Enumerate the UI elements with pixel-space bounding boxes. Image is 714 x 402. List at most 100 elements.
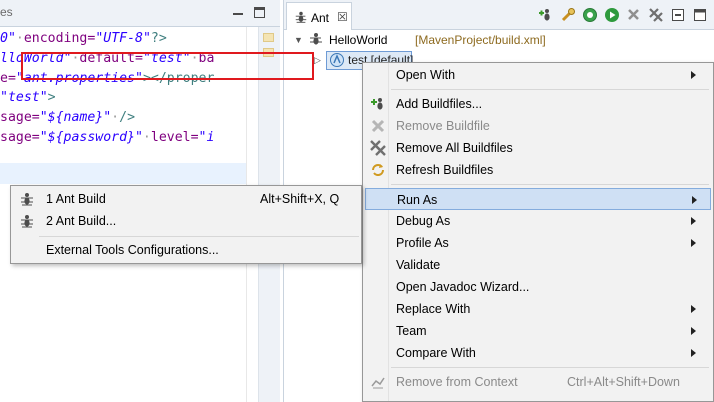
menu-item-label: Team bbox=[396, 324, 427, 338]
maximize-icon[interactable] bbox=[254, 7, 265, 18]
run-as-submenu: 1 Ant Build Alt+Shift+X, Q 2 Ant Build... E… bbox=[10, 185, 362, 264]
ant-icon bbox=[21, 215, 33, 228]
editor-tab-bar: es bbox=[0, 0, 280, 27]
code-token: /> bbox=[119, 110, 136, 126]
code-token: "UTF-8" bbox=[95, 31, 151, 46]
menu-item-label: Replace With bbox=[396, 302, 471, 316]
submenu-arrow-icon bbox=[691, 349, 696, 357]
submenu-arrow-icon bbox=[691, 71, 696, 79]
close-icon[interactable]: ☒ bbox=[337, 10, 348, 24]
submenu-arrow-icon bbox=[692, 196, 697, 204]
menu-item-remove-all-buildfiles[interactable]: Remove All Buildfiles bbox=[365, 137, 711, 159]
code-token: · bbox=[142, 129, 151, 145]
code-token: encoding= bbox=[23, 31, 96, 46]
project-path: [MavenProject/build.xml] bbox=[415, 33, 546, 47]
current-line-highlight bbox=[0, 163, 246, 184]
code-token: 0" bbox=[0, 31, 16, 46]
add-buildfile-icon[interactable] bbox=[538, 7, 554, 23]
menu-item-remove-buildfile: Remove Buildfile bbox=[365, 115, 711, 137]
code-token: sage= bbox=[0, 129, 40, 145]
code-token: "test" bbox=[0, 90, 48, 106]
expand-icon[interactable]: ▷ bbox=[314, 55, 321, 66]
code-area[interactable]: 0"·encoding="UTF-8"?> lloWorld"·default="… bbox=[0, 29, 246, 148]
menu-item-2-ant-build[interactable]: 2 Ant Build... bbox=[13, 210, 359, 232]
menu-item-run-as[interactable]: Run As bbox=[365, 188, 711, 210]
code-token: e= bbox=[0, 70, 16, 86]
menu-item-label: Remove from Context bbox=[396, 375, 518, 389]
ant-view-tab-bar: Ant ☒ bbox=[284, 0, 714, 30]
menu-item-external-tools-configurations[interactable]: External Tools Configurations... bbox=[13, 239, 359, 261]
project-label: HelloWorld bbox=[329, 33, 388, 47]
submenu-arrow-icon bbox=[691, 217, 696, 225]
menu-item-label: Open Javadoc Wizard... bbox=[396, 280, 530, 294]
menu-item-label: Debug As bbox=[396, 214, 451, 228]
menu-item-label: Run As bbox=[397, 193, 438, 207]
code-token: sage= bbox=[0, 110, 40, 126]
search-buildfile-icon[interactable] bbox=[560, 7, 576, 23]
menu-item-team[interactable]: Team bbox=[365, 320, 711, 342]
menu-item-remove-from-context: Remove from Context Ctrl+Alt+Shift+Down bbox=[365, 371, 711, 393]
menu-separator bbox=[391, 367, 709, 368]
menu-item-profile-as[interactable]: Profile As bbox=[365, 232, 711, 254]
submenu-arrow-icon bbox=[691, 239, 696, 247]
menu-item-label: Add Buildfiles... bbox=[396, 97, 483, 111]
menu-item-shortcut: Alt+Shift+X, Q bbox=[260, 192, 340, 206]
code-line: "test"> bbox=[0, 88, 246, 108]
code-token: · bbox=[111, 110, 120, 126]
menu-item-open-with[interactable]: Open With bbox=[365, 64, 711, 86]
menu-item-label: Validate bbox=[396, 258, 441, 272]
submenu-arrow-icon bbox=[691, 327, 696, 335]
menu-item-replace-with[interactable]: Replace With bbox=[365, 298, 711, 320]
minimize-icon[interactable] bbox=[670, 7, 686, 23]
code-token: level= bbox=[150, 129, 199, 145]
menu-item-1-ant-build[interactable]: 1 Ant Build Alt+Shift+X, Q bbox=[13, 188, 359, 210]
code-line: sage="${name}"·/> bbox=[0, 108, 246, 128]
menu-item-label: External Tools Configurations... bbox=[46, 243, 219, 257]
tab-ant[interactable]: Ant ☒ bbox=[286, 2, 352, 30]
submenu-arrow-icon bbox=[691, 305, 696, 313]
ant-icon bbox=[21, 193, 33, 206]
refresh-buildfiles-icon bbox=[372, 164, 384, 176]
menu-separator bbox=[391, 184, 709, 185]
context-menu: Open With Add Buildfiles... Remove Buildfi… bbox=[362, 62, 714, 402]
ant-icon bbox=[295, 11, 307, 23]
maximize-icon[interactable] bbox=[692, 7, 708, 23]
menu-separator bbox=[391, 89, 709, 90]
tab-ant-label: Ant bbox=[311, 11, 330, 25]
remove-all-buildfiles-icon bbox=[370, 140, 386, 156]
ant-buildfile-icon bbox=[310, 33, 322, 45]
code-token: > bbox=[47, 90, 56, 106]
menu-item-refresh-buildfiles[interactable]: Refresh Buildfiles bbox=[365, 159, 711, 181]
run-target-icon[interactable] bbox=[582, 7, 598, 23]
target-icon bbox=[330, 53, 344, 67]
code-token: "${name}" bbox=[39, 110, 112, 126]
menu-item-label: Remove Buildfile bbox=[396, 119, 490, 133]
remove-from-context-icon bbox=[371, 377, 385, 389]
menu-item-debug-as[interactable]: Debug As bbox=[365, 210, 711, 232]
menu-item-label: Refresh Buildfiles bbox=[396, 163, 494, 177]
add-buildfile-icon bbox=[371, 98, 383, 110]
menu-item-shortcut: Ctrl+Alt+Shift+Down bbox=[567, 375, 680, 389]
menu-item-add-buildfiles[interactable]: Add Buildfiles... bbox=[365, 93, 711, 115]
remove-all-buildfiles-icon[interactable] bbox=[648, 7, 664, 23]
menu-item-label: 1 Ant Build bbox=[46, 192, 106, 206]
code-token: ?> bbox=[150, 31, 167, 46]
run-icon[interactable] bbox=[604, 7, 620, 23]
menu-item-validate[interactable]: Validate bbox=[365, 254, 711, 276]
remove-buildfile-icon[interactable] bbox=[626, 7, 642, 23]
menu-item-label: Remove All Buildfiles bbox=[396, 141, 513, 155]
code-line: sage="${password}"·level="i bbox=[0, 128, 246, 148]
remove-buildfile-icon bbox=[371, 119, 385, 133]
menu-item-label: 2 Ant Build... bbox=[46, 214, 117, 228]
menu-item-open-javadoc-wizard[interactable]: Open Javadoc Wizard... bbox=[365, 276, 711, 298]
menu-item-compare-with[interactable]: Compare With bbox=[365, 342, 711, 364]
minimize-icon[interactable] bbox=[232, 7, 244, 19]
editor-tab-label[interactable]: es bbox=[0, 5, 13, 19]
menu-item-label: Profile As bbox=[396, 236, 449, 250]
code-line: 0"·encoding="UTF-8"?> bbox=[0, 29, 246, 49]
collapse-icon[interactable]: ▼ bbox=[294, 35, 303, 45]
menu-separator bbox=[39, 236, 359, 237]
menu-item-label: Compare With bbox=[396, 346, 476, 360]
menu-item-label: Open With bbox=[396, 68, 456, 82]
overview-ruler-marker[interactable] bbox=[263, 33, 274, 42]
